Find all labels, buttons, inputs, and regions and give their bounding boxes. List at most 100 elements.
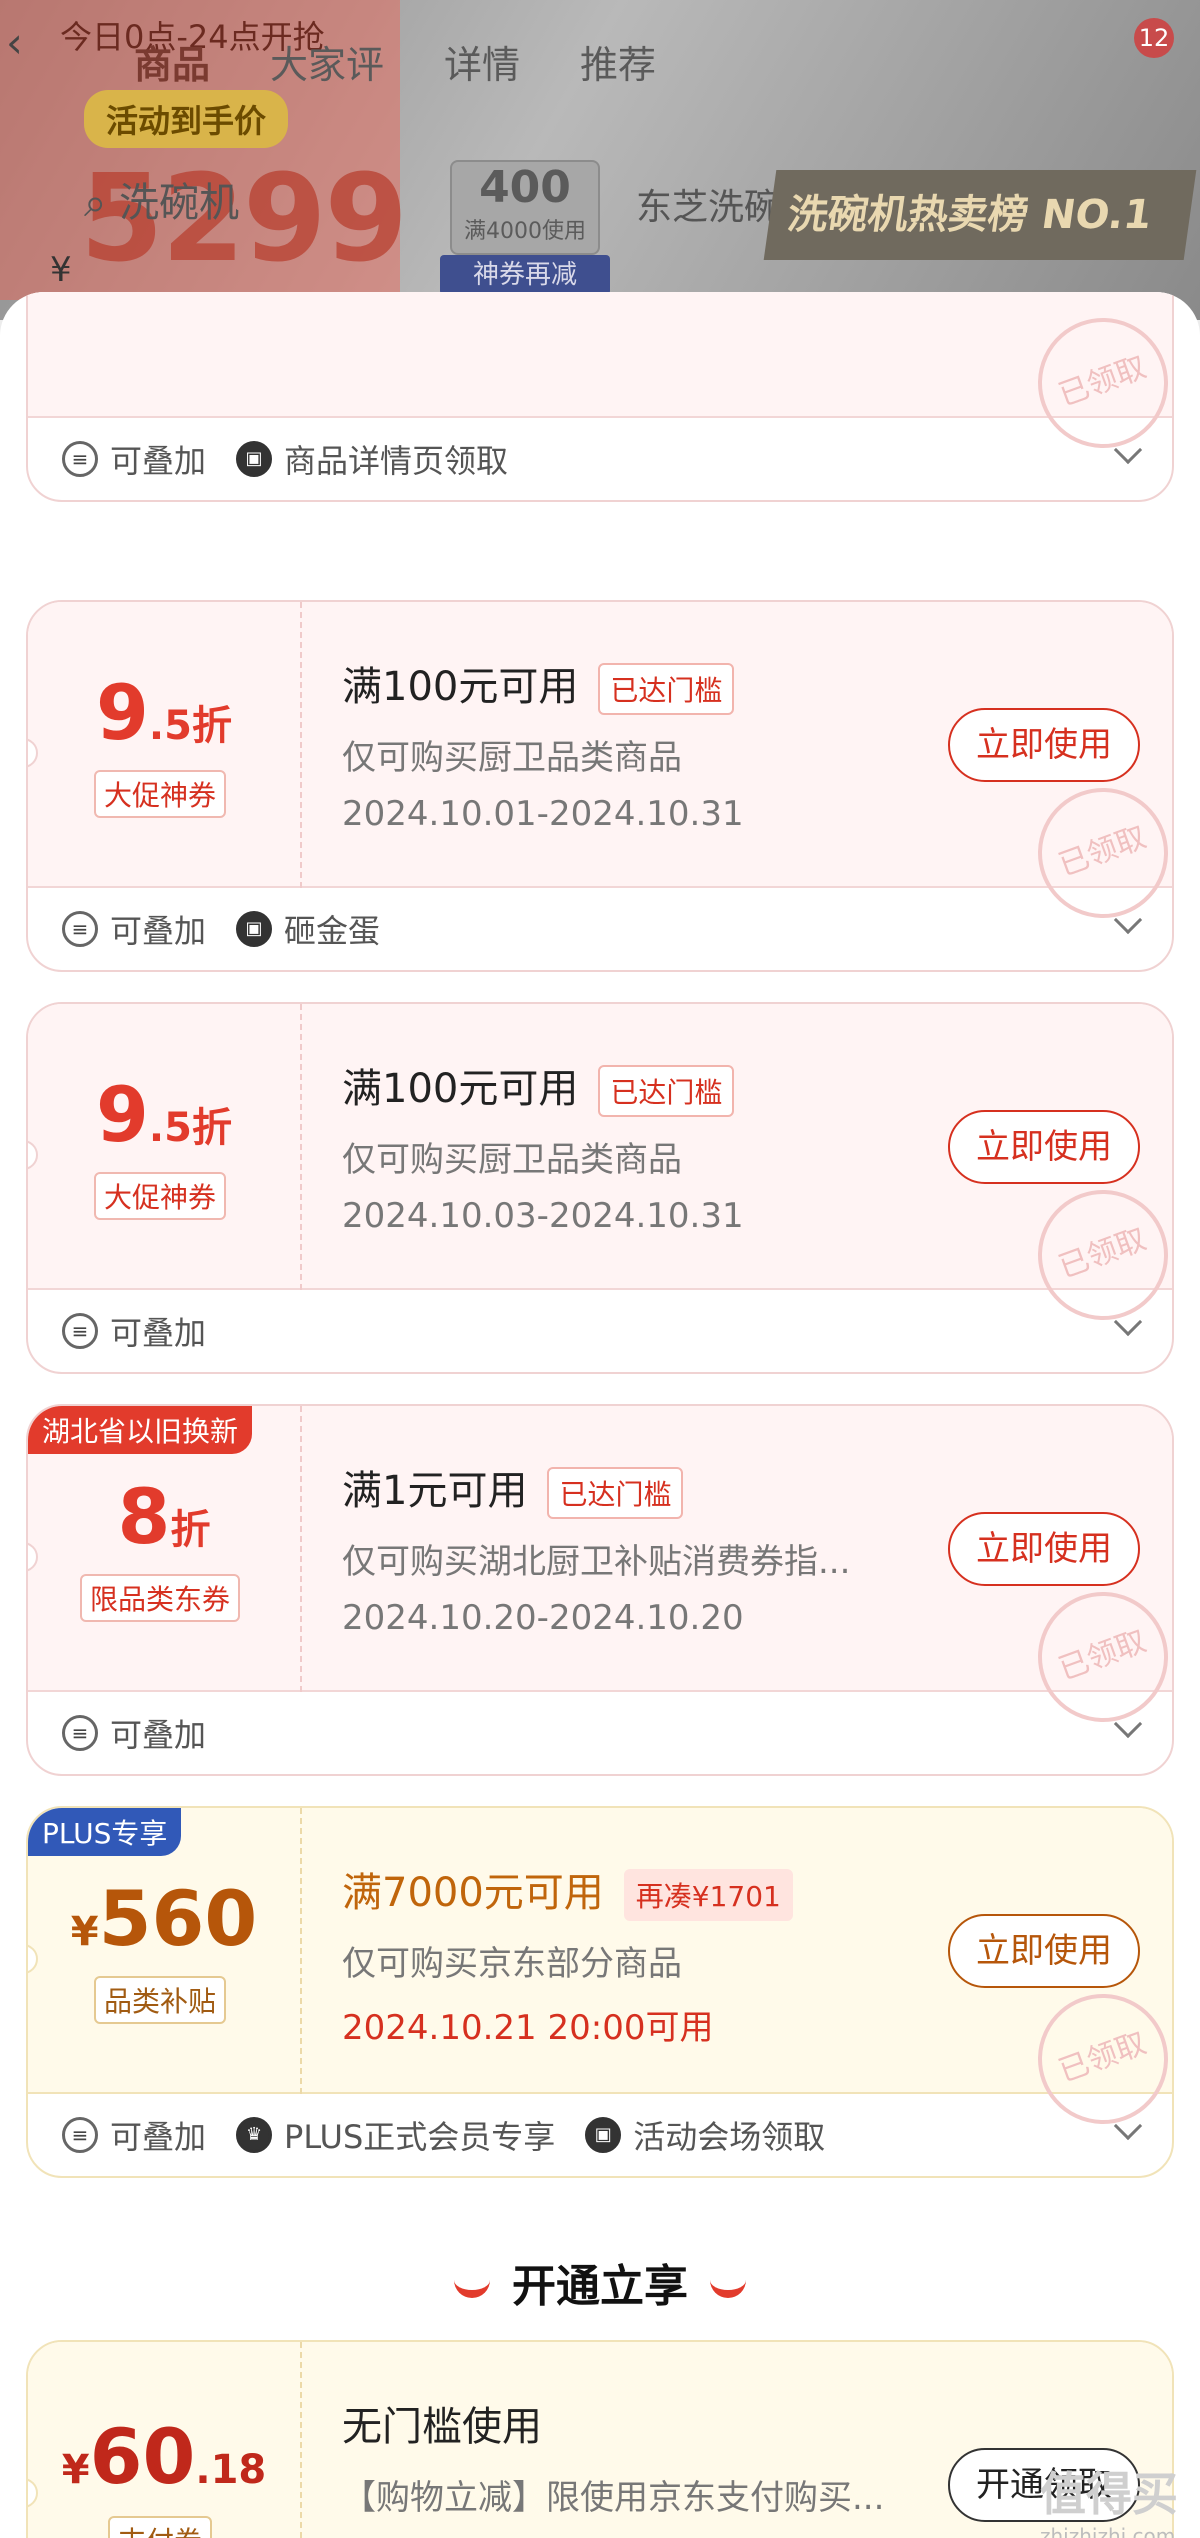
- card-divider: [300, 602, 302, 888]
- crown-icon: ♛: [236, 2117, 273, 2153]
- chevron-down-icon[interactable]: [1113, 2111, 1143, 2141]
- feature-text: 可叠加: [110, 912, 207, 950]
- coupon-value: 8折: [117, 1472, 211, 1561]
- search-text: 洗碗机: [119, 180, 240, 226]
- activity-price-tag: 活动到手价: [84, 90, 289, 148]
- coupon-type-tag: 品类补贴: [94, 1976, 227, 2024]
- background-product-page: ‹ 今日0点-24点开抢 商品 大家评 详情 推荐 12 活动到手价 5299 …: [0, 0, 1200, 320]
- coupon-card: 9.5折 大促神券 满100元可用 已达门槛 仅可购买厨卫品类商品 2024.10…: [26, 1002, 1174, 1374]
- stackable-feature: ≡ 可叠加: [62, 436, 206, 482]
- coupon-scope: 仅可购买湖北厨卫补贴消费券指...: [342, 1542, 851, 1582]
- coupon-card-bottom[interactable]: ≡ 可叠加 ♛ PLUS正式会员专享 ▣ 活动会场领取: [28, 2094, 1172, 2176]
- feature-text: 可叠加: [110, 442, 207, 480]
- rank-banner: 洗碗机热卖榜 NO.1: [763, 170, 1197, 260]
- stack-icon: ≡: [62, 441, 98, 477]
- stack-icon: ≡: [62, 1313, 98, 1349]
- tab-details: 详情: [444, 43, 521, 87]
- coupon-card-top: 湖北省以旧换新 8折 限品类东券 满1元可用 已达门槛 仅可购买湖北厨卫补贴消费券…: [28, 1406, 1172, 1741]
- threshold-reached-pill: 已达门槛: [547, 1467, 684, 1519]
- feature-text: 砸金蛋: [284, 912, 381, 950]
- coupon-card-payment: ¥60.18 支付券 无门槛使用 【购物立减】限使用京东支付购买... 开通领取: [26, 2340, 1174, 2538]
- ticket-icon: ▣: [585, 2117, 622, 2153]
- coupon-card-bottom[interactable]: ≡ 可叠加 ▣ 砸金蛋: [28, 888, 1172, 970]
- coupon-card-top: ¥60.18 支付券 无门槛使用 【购物立减】限使用京东支付购买... 开通领取: [28, 2342, 1172, 2538]
- coupon-card: 9.5折 大促神券 满100元可用 已达门槛 仅可购买厨卫品类商品 2024.10…: [26, 600, 1174, 972]
- chevron-down-icon[interactable]: [1113, 435, 1143, 465]
- price-currency: ¥: [50, 250, 72, 290]
- coupon-card-bottom[interactable]: ≡ 可叠加: [28, 1290, 1172, 1372]
- watermark-logo: 值得买 zhizhizhi.com: [1040, 2467, 1178, 2538]
- coupon-scope: 仅可购买厨卫品类商品: [342, 738, 682, 778]
- smile-arc-icon: [454, 2280, 490, 2298]
- use-now-button[interactable]: 立即使用: [948, 1914, 1140, 1988]
- plus-member-feature: ♛ PLUS正式会员专享: [236, 2112, 555, 2158]
- product-tabs: 商品 大家评 详情 推荐: [134, 34, 656, 89]
- feature-text: 活动会场领取: [633, 2118, 826, 2156]
- feature-text: 商品详情页领取: [284, 442, 509, 480]
- coupon-card-top: 9.5折 大促神券 满100元可用 已达门槛 仅可购买厨卫品类商品 2024.10…: [28, 602, 1172, 937]
- stack-icon: ≡: [62, 2117, 98, 2153]
- search-box: ⌕ 洗碗机: [84, 170, 239, 228]
- coupon-card-plus: PLUS专享 ¥560 品类补贴 满7000元可用 再凑¥1701 仅可购买京东部…: [26, 1806, 1174, 2178]
- threshold-reached-pill: 已达门槛: [598, 1065, 735, 1117]
- coupon-scope: 【购物立减】限使用京东支付购买...: [342, 2478, 885, 2518]
- smile-arc-icon: [710, 2280, 746, 2298]
- coupon-validity: 2024.10.01-2024.10.31: [342, 794, 744, 834]
- coupon-value: ¥60.18: [61, 2412, 267, 2501]
- source-feature: ▣ 活动会场领取: [585, 2112, 825, 2158]
- stack-icon: ≡: [62, 1715, 98, 1751]
- stackable-feature: ≡ 可叠加: [62, 2112, 206, 2158]
- chevron-down-icon[interactable]: [1113, 1307, 1143, 1337]
- coupon-card: 湖北省以旧换新 8折 限品类东券 满1元可用 已达门槛 仅可购买湖北厨卫补贴消费券…: [26, 1404, 1174, 1776]
- stack-icon: ≡: [62, 911, 98, 947]
- coupon-400-condition: 满4000使用: [464, 219, 586, 244]
- feature-text: 可叠加: [110, 1716, 207, 1754]
- use-now-button[interactable]: 立即使用: [948, 1110, 1140, 1184]
- source-feature: ▣ 商品详情页领取: [236, 436, 508, 482]
- coupon-scope: 仅可购买厨卫品类商品: [342, 1140, 682, 1180]
- remaining-amount-pill: 再凑¥1701: [623, 1869, 793, 1921]
- tab-goods: 商品: [134, 43, 211, 87]
- coupon-card-top: 9.5折 大促神券 满100元可用 已达门槛 仅可购买厨卫品类商品 2024.10…: [28, 1004, 1172, 1339]
- stackable-feature: ≡ 可叠加: [62, 1308, 206, 1354]
- coupon-type-tag: 限品类东券: [80, 1574, 241, 1622]
- card-divider: [300, 1004, 302, 1290]
- use-now-button[interactable]: 立即使用: [948, 1512, 1140, 1586]
- feature-text: 可叠加: [110, 1314, 207, 1352]
- plus-corner-badge: PLUS专享: [28, 1808, 182, 1856]
- coupon-threshold: 满7000元可用 再凑¥1701: [342, 1860, 793, 1921]
- feature-text: PLUS正式会员专享: [284, 2118, 556, 2156]
- stackable-feature: ≡ 可叠加: [62, 906, 206, 952]
- card-divider: [300, 2342, 302, 2538]
- coupon-type-tag: 大促神券: [94, 1172, 227, 1220]
- use-now-button[interactable]: 立即使用: [948, 708, 1140, 782]
- tab-reviews: 大家评: [270, 43, 385, 87]
- threshold-reached-pill: 已达门槛: [598, 663, 735, 715]
- search-icon: ⌕: [84, 180, 107, 226]
- coupon-threshold: 无门槛使用: [342, 2404, 542, 2450]
- coupon-validity: 2024.10.03-2024.10.31: [342, 1196, 744, 1236]
- coupon-400: 400 满4000使用: [450, 160, 600, 255]
- chevron-down-icon[interactable]: [1113, 1709, 1143, 1739]
- coupon-type-tag: 支付券: [108, 2516, 213, 2538]
- stackable-feature: ≡ 可叠加: [62, 1710, 206, 1756]
- trade-in-corner-badge: 湖北省以旧换新: [28, 1406, 253, 1454]
- coupon-threshold: 满1元可用 已达门槛: [342, 1458, 684, 1519]
- coupon-scope: 仅可购买京东部分商品: [342, 1944, 682, 1984]
- card-divider: [300, 1808, 302, 2094]
- coupon-card-bottom[interactable]: ≡ 可叠加 ▣ 商品详情页领取: [28, 418, 1172, 500]
- coupon-value: ¥560: [70, 1874, 258, 1963]
- section-title: 开通立享: [0, 2250, 1200, 2314]
- coupon-threshold: 满100元可用 已达门槛: [342, 654, 735, 715]
- coupon-value: 9.5折: [96, 1070, 232, 1159]
- message-count-badge: 12: [1134, 18, 1174, 58]
- ticket-icon: ▣: [236, 441, 273, 477]
- chevron-down-icon[interactable]: [1113, 905, 1143, 935]
- coupon-card-bottom[interactable]: ≡ 可叠加: [28, 1692, 1172, 1774]
- coupon-label: 神券再减: [440, 255, 610, 295]
- coupon-card-partial: 已领取 ≡ 可叠加 ▣ 商品详情页领取: [26, 292, 1174, 502]
- tab-recommend: 推荐: [580, 43, 657, 87]
- coupon-validity: 2024.10.20-2024.10.20: [342, 1598, 744, 1638]
- coupon-card-top: PLUS专享 ¥560 品类补贴 满7000元可用 再凑¥1701 仅可购买京东部…: [28, 1808, 1172, 2143]
- coupon-available-time: 2024.10.21 20:00可用: [342, 2008, 714, 2048]
